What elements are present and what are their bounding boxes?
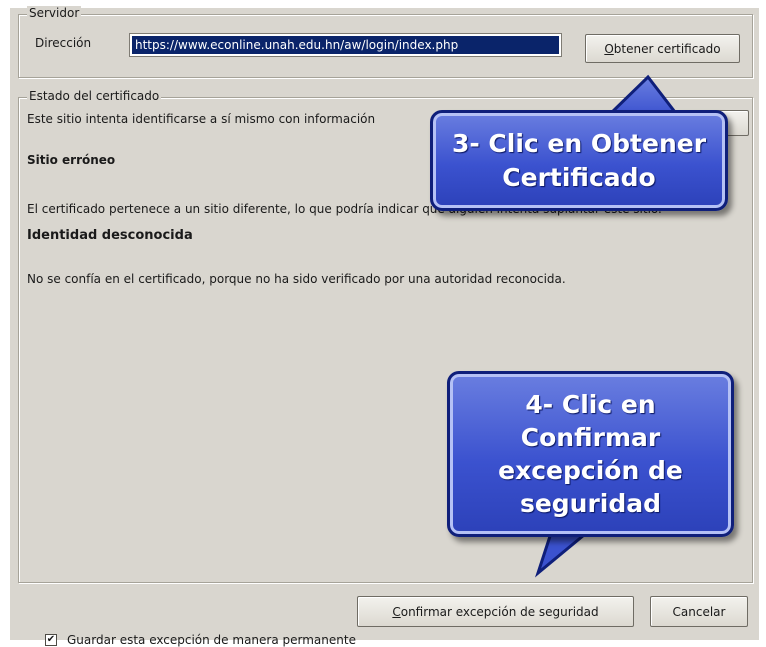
certificate-exception-dialog: Servidor Dirección https://www.econline.…	[10, 6, 759, 647]
callout-step-4: 4- Clic en Confirmar excepción de seguri…	[447, 371, 734, 537]
callout-step-3: 3- Clic en Obtener Certificado	[430, 110, 728, 211]
callout-pointers	[534, 74, 682, 578]
